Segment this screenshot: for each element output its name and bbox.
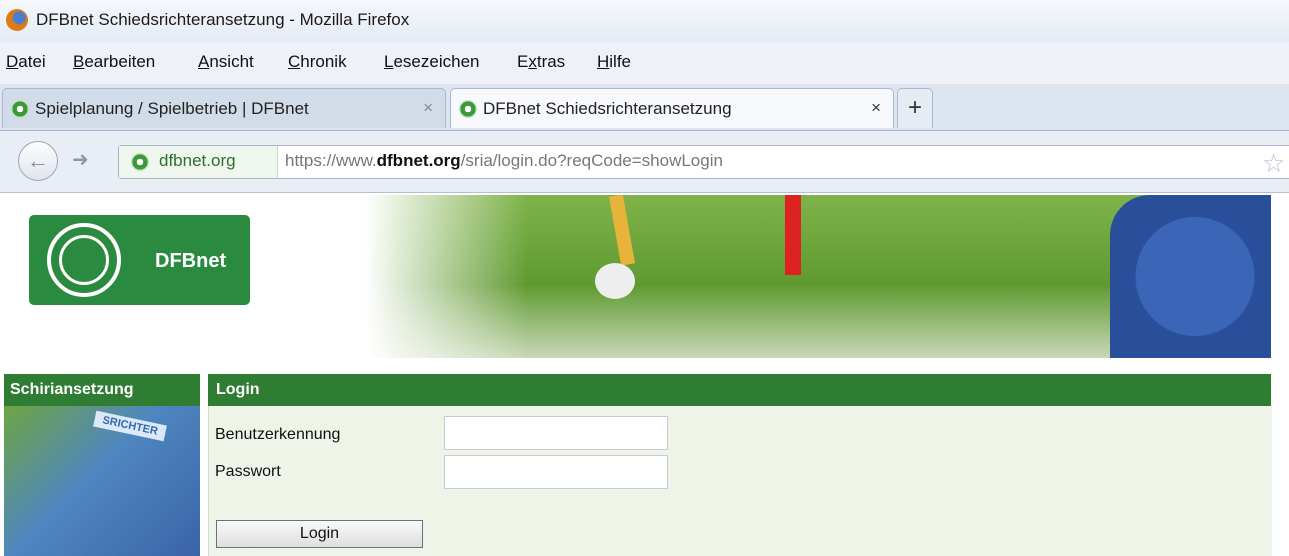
back-arrow-icon[interactable]: ←: [18, 141, 58, 181]
banner-player-leg: [785, 195, 801, 275]
banner-player-leg: [609, 195, 635, 266]
site-identity-button[interactable]: dfbnet.org: [119, 146, 278, 178]
menu-bearbeiten[interactable]: Bearbeiten: [73, 52, 155, 72]
password-input[interactable]: [444, 455, 668, 489]
dfbnet-favicon-icon: [131, 153, 149, 171]
banner-referee-shirt: [1110, 195, 1271, 358]
tab-schiedsrichteransetzung[interactable]: DFBnet Schiedsrichteransetzung ×: [450, 88, 894, 128]
username-label: Benutzerkennung: [215, 426, 341, 443]
tab-label: Spielplanung / Spielbetrieb | DFBnet: [35, 99, 309, 118]
window-titlebar: DFBnet Schiedsrichteransetzung - Mozilla…: [0, 0, 1289, 42]
dfbnet-favicon-icon: [11, 100, 29, 118]
side-panel-image: SRICHTER: [4, 406, 200, 556]
tab-spielplanung[interactable]: Spielplanung / Spielbetrieb | DFBnet ×: [2, 88, 446, 128]
navigation-bar: ← ➜ dfbnet.org https://www.dfbnet.org/sr…: [0, 131, 1289, 193]
close-tab-icon[interactable]: ×: [423, 98, 433, 118]
dfbnet-logo[interactable]: DFBnet: [29, 215, 250, 305]
username-input[interactable]: [444, 416, 668, 450]
site-identity-label: dfbnet.org: [159, 151, 236, 170]
menu-lesezeichen[interactable]: Lesezeichen: [384, 52, 479, 72]
login-panel-title: Login: [208, 374, 1271, 406]
menu-bar: Datei Bearbeiten Ansicht Chronik Lesezei…: [0, 42, 1289, 84]
side-panel-title: Schiriansetzung: [4, 374, 200, 406]
close-tab-icon[interactable]: ×: [871, 98, 881, 118]
menu-datei[interactable]: Datei: [6, 52, 46, 72]
forward-arrow-icon[interactable]: ➜: [72, 147, 89, 172]
window-title: DFBnet Schiedsrichteransetzung - Mozilla…: [36, 10, 410, 29]
url-text[interactable]: https://www.dfbnet.org/sria/login.do?req…: [285, 151, 723, 171]
login-button[interactable]: Login: [216, 520, 423, 548]
tab-label: DFBnet Schiedsrichteransetzung: [483, 99, 732, 118]
tab-bar: Spielplanung / Spielbetrieb | DFBnet × D…: [0, 84, 1289, 131]
menu-chronik[interactable]: Chronik: [288, 52, 347, 72]
menu-extras[interactable]: Extras: [517, 52, 565, 72]
url-bar[interactable]: dfbnet.org https://www.dfbnet.org/sria/l…: [118, 145, 1289, 179]
dfbnet-favicon-icon: [459, 100, 477, 118]
firefox-logo-icon: [6, 9, 28, 31]
logo-text: DFBnet: [155, 250, 227, 272]
menu-ansicht[interactable]: Ansicht: [198, 52, 254, 72]
banner-football: [595, 263, 635, 299]
menu-hilfe[interactable]: Hilfe: [597, 52, 631, 72]
referee-badge: SRICHTER: [93, 410, 168, 442]
header-banner-image: [365, 195, 1271, 358]
password-label: Passwort: [215, 463, 281, 480]
new-tab-button[interactable]: +: [897, 88, 933, 128]
bookmark-star-icon[interactable]: ☆: [1262, 148, 1285, 179]
dfb-emblem-inner: [59, 235, 109, 285]
